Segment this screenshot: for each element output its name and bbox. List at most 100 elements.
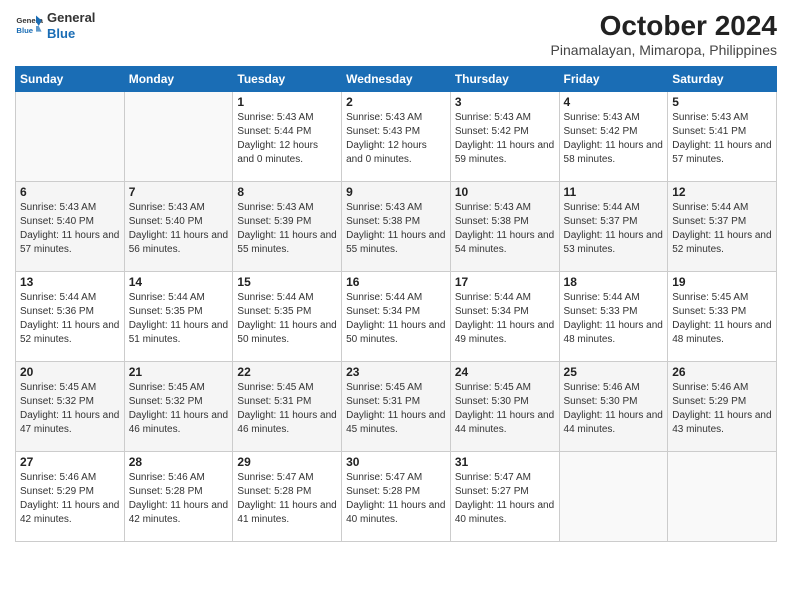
page-subtitle: Pinamalayan, Mimaropa, Philippines (551, 42, 777, 58)
day-info: Sunrise: 5:47 AMSunset: 5:27 PMDaylight:… (455, 471, 555, 527)
title-block: October 2024 Pinamalayan, Mimaropa, Phil… (551, 10, 777, 58)
day-number: 19 (672, 275, 772, 289)
calendar-cell: 30 Sunrise: 5:47 AMSunset: 5:28 PMDayligh… (342, 452, 451, 542)
calendar-cell (124, 92, 233, 182)
week-row-3: 13Sunrise: 5:44 AMSunset: 5:36 PMDayligh… (16, 272, 777, 362)
day-info: Sunrise: 5:45 AMSunset: 5:31 PMDaylight:… (346, 381, 446, 437)
calendar-cell: 31 Sunrise: 5:47 AMSunset: 5:27 PMDayligh… (450, 452, 559, 542)
header-thursday: Thursday (450, 67, 559, 92)
header-sunday: Sunday (16, 67, 125, 92)
calendar-cell: 12Sunrise: 5:44 AMSunset: 5:37 PMDayligh… (668, 182, 777, 272)
day-info: Sunrise: 5:45 AMSunset: 5:32 PMDaylight:… (129, 381, 229, 437)
day-info: Sunrise: 5:43 AMSunset: 5:42 PMDaylight:… (455, 111, 555, 167)
day-info: Sunrise: 5:44 AMSunset: 5:35 PMDaylight:… (237, 291, 337, 347)
calendar-cell: 28 Sunrise: 5:46 AMSunset: 5:28 PMDayligh… (124, 452, 233, 542)
week-row-1: 1 Sunrise: 5:43 AMSunset: 5:44 PMDaylight… (16, 92, 777, 182)
day-number: 24 (455, 365, 555, 379)
page-header: General Blue General Blue October 2024 P… (15, 10, 777, 58)
day-info: Sunrise: 5:47 AMSunset: 5:28 PMDaylight:… (237, 471, 337, 527)
calendar-cell: 1 Sunrise: 5:43 AMSunset: 5:44 PMDaylight… (233, 92, 342, 182)
day-number: 1 (237, 95, 337, 109)
svg-text:Blue: Blue (16, 26, 33, 35)
day-info: Sunrise: 5:47 AMSunset: 5:28 PMDaylight:… (346, 471, 446, 527)
calendar-cell: 16Sunrise: 5:44 AMSunset: 5:34 PMDayligh… (342, 272, 451, 362)
header-saturday: Saturday (668, 67, 777, 92)
calendar-cell: 26 Sunrise: 5:46 AMSunset: 5:29 PMDayligh… (668, 362, 777, 452)
day-info: Sunrise: 5:46 AMSunset: 5:29 PMDaylight:… (672, 381, 772, 437)
day-number: 16 (346, 275, 446, 289)
day-number: 10 (455, 185, 555, 199)
day-number: 6 (20, 185, 120, 199)
calendar-cell: 22 Sunrise: 5:45 AMSunset: 5:31 PMDayligh… (233, 362, 342, 452)
calendar-cell (559, 452, 668, 542)
day-number: 12 (672, 185, 772, 199)
day-info: Sunrise: 5:45 AMSunset: 5:30 PMDaylight:… (455, 381, 555, 437)
day-info: Sunrise: 5:43 AMSunset: 5:42 PMDaylight:… (564, 111, 664, 167)
day-number: 22 (237, 365, 337, 379)
day-number: 30 (346, 455, 446, 469)
calendar-cell (16, 92, 125, 182)
calendar-cell: 13Sunrise: 5:44 AMSunset: 5:36 PMDayligh… (16, 272, 125, 362)
day-number: 15 (237, 275, 337, 289)
calendar-cell: 14Sunrise: 5:44 AMSunset: 5:35 PMDayligh… (124, 272, 233, 362)
week-row-2: 6 Sunrise: 5:43 AMSunset: 5:40 PMDaylight… (16, 182, 777, 272)
day-info: Sunrise: 5:44 AMSunset: 5:34 PMDaylight:… (455, 291, 555, 347)
calendar-cell: 18 Sunrise: 5:44 AMSunset: 5:33 PMDayligh… (559, 272, 668, 362)
day-info: Sunrise: 5:43 AMSunset: 5:38 PMDaylight:… (455, 201, 555, 257)
calendar-body: 1 Sunrise: 5:43 AMSunset: 5:44 PMDaylight… (16, 92, 777, 542)
page-title: October 2024 (551, 10, 777, 42)
week-row-4: 20 Sunrise: 5:45 AMSunset: 5:32 PMDayligh… (16, 362, 777, 452)
calendar-cell: 21 Sunrise: 5:45 AMSunset: 5:32 PMDayligh… (124, 362, 233, 452)
calendar-cell: 2Sunrise: 5:43 AMSunset: 5:43 PMDaylight… (342, 92, 451, 182)
day-info: Sunrise: 5:44 AMSunset: 5:37 PMDaylight:… (564, 201, 664, 257)
day-info: Sunrise: 5:46 AMSunset: 5:30 PMDaylight:… (564, 381, 664, 437)
calendar-cell: 11 Sunrise: 5:44 AMSunset: 5:37 PMDayligh… (559, 182, 668, 272)
day-info: Sunrise: 5:43 AMSunset: 5:40 PMDaylight:… (129, 201, 229, 257)
logo-icon: General Blue (15, 12, 43, 40)
day-info: Sunrise: 5:46 AMSunset: 5:29 PMDaylight:… (20, 471, 120, 527)
calendar-cell: 15 Sunrise: 5:44 AMSunset: 5:35 PMDayligh… (233, 272, 342, 362)
calendar-cell: 19 Sunrise: 5:45 AMSunset: 5:33 PMDayligh… (668, 272, 777, 362)
calendar-cell: 8Sunrise: 5:43 AMSunset: 5:39 PMDaylight… (233, 182, 342, 272)
calendar-cell: 10 Sunrise: 5:43 AMSunset: 5:38 PMDayligh… (450, 182, 559, 272)
logo: General Blue General Blue (15, 10, 95, 41)
calendar-cell: 29 Sunrise: 5:47 AMSunset: 5:28 PMDayligh… (233, 452, 342, 542)
calendar-cell: 24 Sunrise: 5:45 AMSunset: 5:30 PMDayligh… (450, 362, 559, 452)
calendar-header: SundayMondayTuesdayWednesdayThursdayFrid… (16, 67, 777, 92)
day-info: Sunrise: 5:46 AMSunset: 5:28 PMDaylight:… (129, 471, 229, 527)
day-number: 5 (672, 95, 772, 109)
day-info: Sunrise: 5:45 AMSunset: 5:33 PMDaylight:… (672, 291, 772, 347)
day-number: 13 (20, 275, 120, 289)
calendar-cell: 4Sunrise: 5:43 AMSunset: 5:42 PMDaylight… (559, 92, 668, 182)
day-number: 17 (455, 275, 555, 289)
calendar-cell: 9Sunrise: 5:43 AMSunset: 5:38 PMDaylight… (342, 182, 451, 272)
day-info: Sunrise: 5:43 AMSunset: 5:43 PMDaylight:… (346, 111, 446, 167)
header-monday: Monday (124, 67, 233, 92)
calendar-cell: 3 Sunrise: 5:43 AMSunset: 5:42 PMDaylight… (450, 92, 559, 182)
day-number: 27 (20, 455, 120, 469)
calendar-cell: 20Sunrise: 5:45 AMSunset: 5:32 PMDayligh… (16, 362, 125, 452)
day-number: 11 (564, 185, 664, 199)
day-number: 31 (455, 455, 555, 469)
day-number: 26 (672, 365, 772, 379)
calendar-cell: 17 Sunrise: 5:44 AMSunset: 5:34 PMDayligh… (450, 272, 559, 362)
week-row-5: 27 Sunrise: 5:46 AMSunset: 5:29 PMDayligh… (16, 452, 777, 542)
day-number: 23 (346, 365, 446, 379)
day-info: Sunrise: 5:43 AMSunset: 5:41 PMDaylight:… (672, 111, 772, 167)
day-info: Sunrise: 5:43 AMSunset: 5:44 PMDaylight:… (237, 111, 337, 167)
day-number: 20 (20, 365, 120, 379)
day-number: 18 (564, 275, 664, 289)
day-info: Sunrise: 5:43 AMSunset: 5:39 PMDaylight:… (237, 201, 337, 257)
calendar-cell: 23 Sunrise: 5:45 AMSunset: 5:31 PMDayligh… (342, 362, 451, 452)
calendar-cell: 5 Sunrise: 5:43 AMSunset: 5:41 PMDaylight… (668, 92, 777, 182)
day-number: 3 (455, 95, 555, 109)
day-info: Sunrise: 5:44 AMSunset: 5:33 PMDaylight:… (564, 291, 664, 347)
day-number: 21 (129, 365, 229, 379)
logo-text: General Blue (47, 10, 95, 41)
calendar-cell: 7 Sunrise: 5:43 AMSunset: 5:40 PMDaylight… (124, 182, 233, 272)
day-number: 25 (564, 365, 664, 379)
day-info: Sunrise: 5:45 AMSunset: 5:31 PMDaylight:… (237, 381, 337, 437)
day-number: 29 (237, 455, 337, 469)
day-number: 28 (129, 455, 229, 469)
day-number: 7 (129, 185, 229, 199)
